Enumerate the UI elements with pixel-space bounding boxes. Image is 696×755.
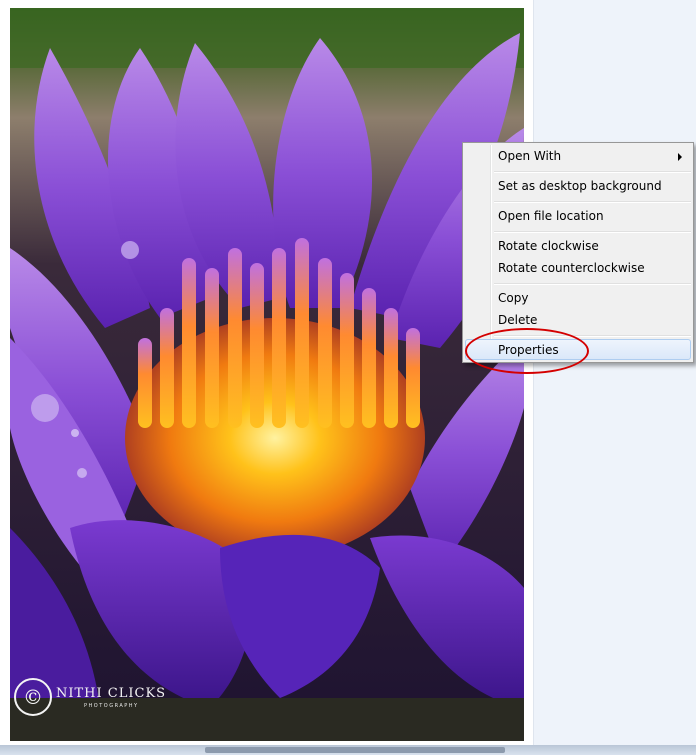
menu-item-open-file-location[interactable]: Open file location	[465, 205, 691, 226]
red-annotation-circle	[465, 328, 589, 374]
photo-image[interactable]	[10, 8, 524, 741]
menu-item-rotate-counterclockwise[interactable]: Rotate counterclockwise	[465, 257, 691, 278]
menu-separator	[494, 283, 691, 285]
camera-aperture-copyright-icon	[14, 678, 52, 716]
menu-item-copy[interactable]: Copy	[465, 287, 691, 308]
menu-separator	[494, 231, 691, 233]
menu-separator	[494, 201, 691, 203]
menu-item-set-as-desktop-background[interactable]: Set as desktop background	[465, 175, 691, 196]
menu-item-label: Copy	[498, 291, 529, 305]
menu-item-label: Open With	[498, 149, 562, 163]
menu-item-label: Rotate clockwise	[498, 239, 599, 253]
menu-item-open-with[interactable]: Open With	[465, 145, 691, 166]
watermark-title: NITHI CLICKS	[56, 686, 167, 701]
scrollbar-thumb[interactable]	[205, 747, 505, 753]
photographer-watermark: NITHI CLICKS PHOTOGRAPHY	[14, 676, 174, 720]
watermark-subtitle: PHOTOGRAPHY	[84, 703, 139, 709]
horizontal-scrollbar[interactable]	[0, 745, 696, 755]
chevron-right-icon	[678, 153, 682, 161]
menu-item-delete[interactable]: Delete	[465, 309, 691, 330]
menu-item-label: Open file location	[498, 209, 604, 223]
menu-item-label: Rotate counterclockwise	[498, 261, 645, 275]
menu-item-label: Set as desktop background	[498, 179, 662, 193]
menu-item-rotate-clockwise[interactable]: Rotate clockwise	[465, 235, 691, 256]
menu-separator	[494, 171, 691, 173]
